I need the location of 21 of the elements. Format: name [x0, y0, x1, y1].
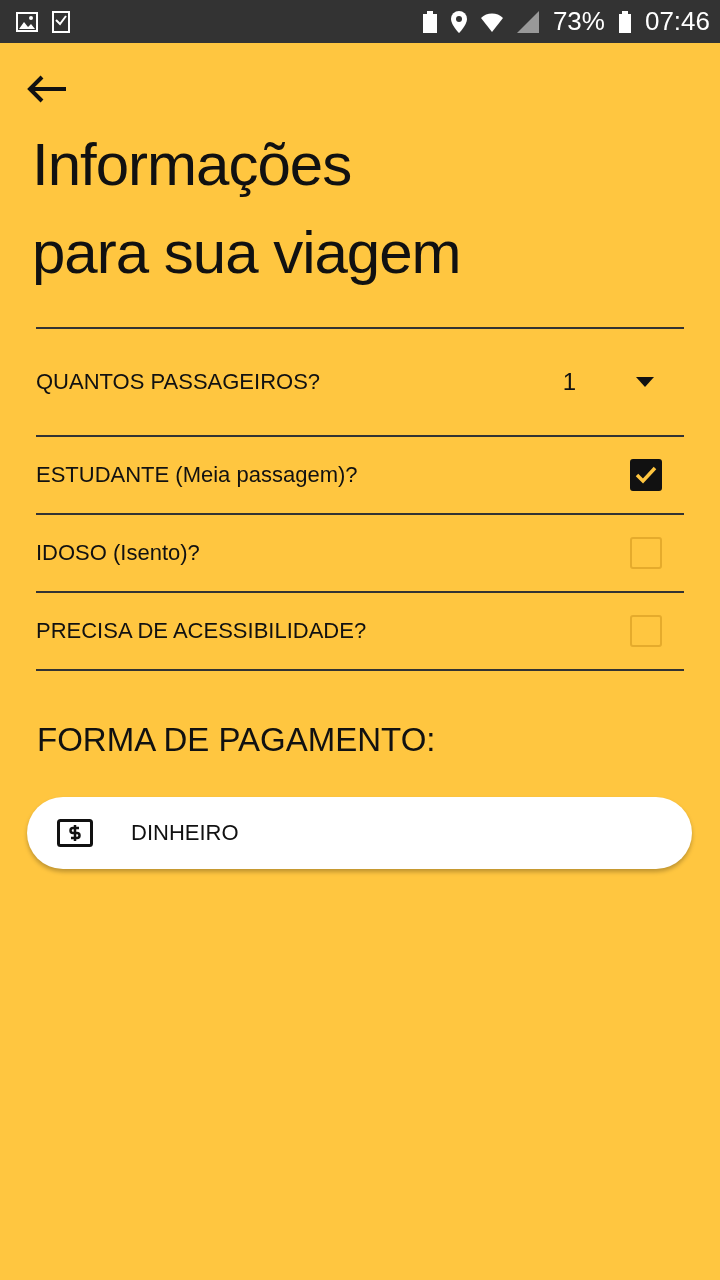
option-label: ESTUDANTE (Meia passagem)? [36, 462, 359, 488]
option-label: QUANTOS PASSAGEIROS? [36, 369, 322, 395]
caret-icon [636, 377, 654, 387]
wifi-icon [480, 11, 503, 32]
clock: 07:46 [644, 6, 710, 37]
section-heading: FORMA DE PAGAMENTO: [37, 721, 437, 759]
clipboard-check-icon [52, 10, 70, 33]
checkbox[interactable] [630, 459, 662, 491]
page-title: Informações para sua viagem [32, 130, 462, 288]
option-label: IDOSO (Isento)? [36, 540, 201, 566]
location-pin-icon [450, 10, 467, 33]
checkbox[interactable] [630, 537, 662, 569]
image-icon [16, 11, 38, 32]
checkbox[interactable] [630, 615, 662, 647]
battery-icon [618, 10, 631, 33]
passenger-count-dropdown[interactable]: 1 [562, 368, 684, 396]
option-label: PRECISA DE ACESSIBILIDADE? [36, 618, 368, 644]
cash-icon [57, 819, 93, 847]
payment-option-button[interactable]: DINHEIRO [27, 797, 692, 869]
signal-icon [516, 10, 539, 33]
battery-percentage: 73% [552, 6, 605, 37]
